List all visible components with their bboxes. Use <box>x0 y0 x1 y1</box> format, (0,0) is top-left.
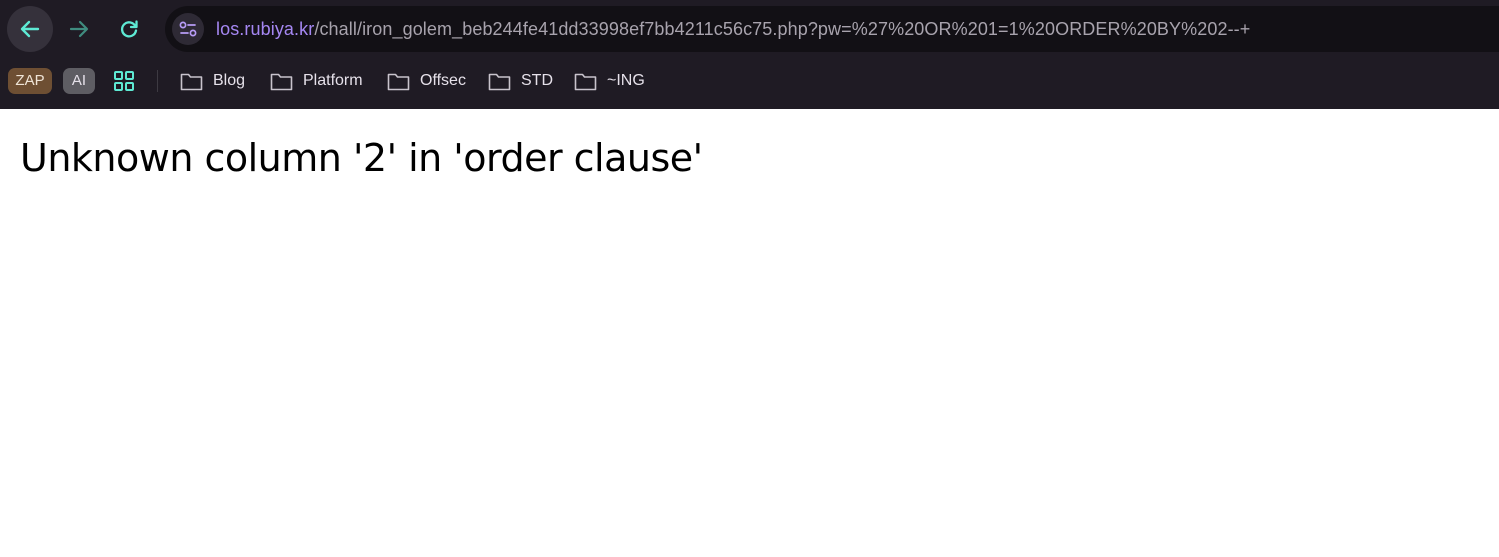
tune-icon <box>179 21 197 37</box>
bookmark-zap[interactable]: ZAP <box>8 68 52 94</box>
arrow-right-icon <box>69 20 89 38</box>
site-info-button[interactable] <box>172 13 204 45</box>
bookmark-folder-label: Offsec <box>420 72 466 89</box>
bookmark-folder-offsec[interactable]: Offsec <box>387 68 466 94</box>
bookmark-folder-label: ~ING <box>607 72 645 89</box>
url-host: los.rubiya.kr <box>216 19 315 39</box>
url-text[interactable]: los.rubiya.kr/chall/iron_golem_beb244fe4… <box>216 17 1250 41</box>
folder-icon <box>387 73 410 90</box>
bookmark-folder-std[interactable]: STD <box>488 68 553 94</box>
forward-button[interactable] <box>56 6 102 52</box>
bookmark-folder-label: STD <box>521 72 553 89</box>
apps-grid-icon[interactable] <box>112 69 136 93</box>
reload-button[interactable] <box>106 6 152 52</box>
folder-icon <box>270 73 293 90</box>
bookmark-ai[interactable]: AI <box>63 68 95 94</box>
reload-icon <box>120 20 138 38</box>
browser-chrome: los.rubiya.kr/chall/iron_golem_beb244fe4… <box>0 0 1499 109</box>
folder-icon <box>574 73 597 90</box>
folder-icon <box>180 73 203 90</box>
bookmark-folder-ing[interactable]: ~ING <box>574 68 645 94</box>
page-content: Unknown column '2' in 'order clause' <box>0 109 1499 557</box>
browser-toolbar: los.rubiya.kr/chall/iron_golem_beb244fe4… <box>0 0 1499 58</box>
bookmarks-bar: ZAP AI Blog Platform Offsec STD ~ING <box>0 58 1499 109</box>
bookmark-folder-label: Blog <box>213 72 246 89</box>
bookmarks-separator <box>157 70 158 92</box>
bookmark-folder-platform[interactable]: Platform <box>270 68 363 94</box>
address-bar[interactable]: los.rubiya.kr/chall/iron_golem_beb244fe4… <box>165 6 1499 52</box>
bookmark-folder-label: Platform <box>303 72 363 89</box>
error-message: Unknown column '2' in 'order clause' <box>20 136 703 180</box>
back-button[interactable] <box>7 6 53 52</box>
bookmark-folder-blog[interactable]: Blog <box>180 68 245 94</box>
url-path: /chall/iron_golem_beb244fe41dd33998ef7bb… <box>314 19 1251 39</box>
folder-icon <box>488 73 511 90</box>
arrow-left-icon <box>20 20 40 38</box>
